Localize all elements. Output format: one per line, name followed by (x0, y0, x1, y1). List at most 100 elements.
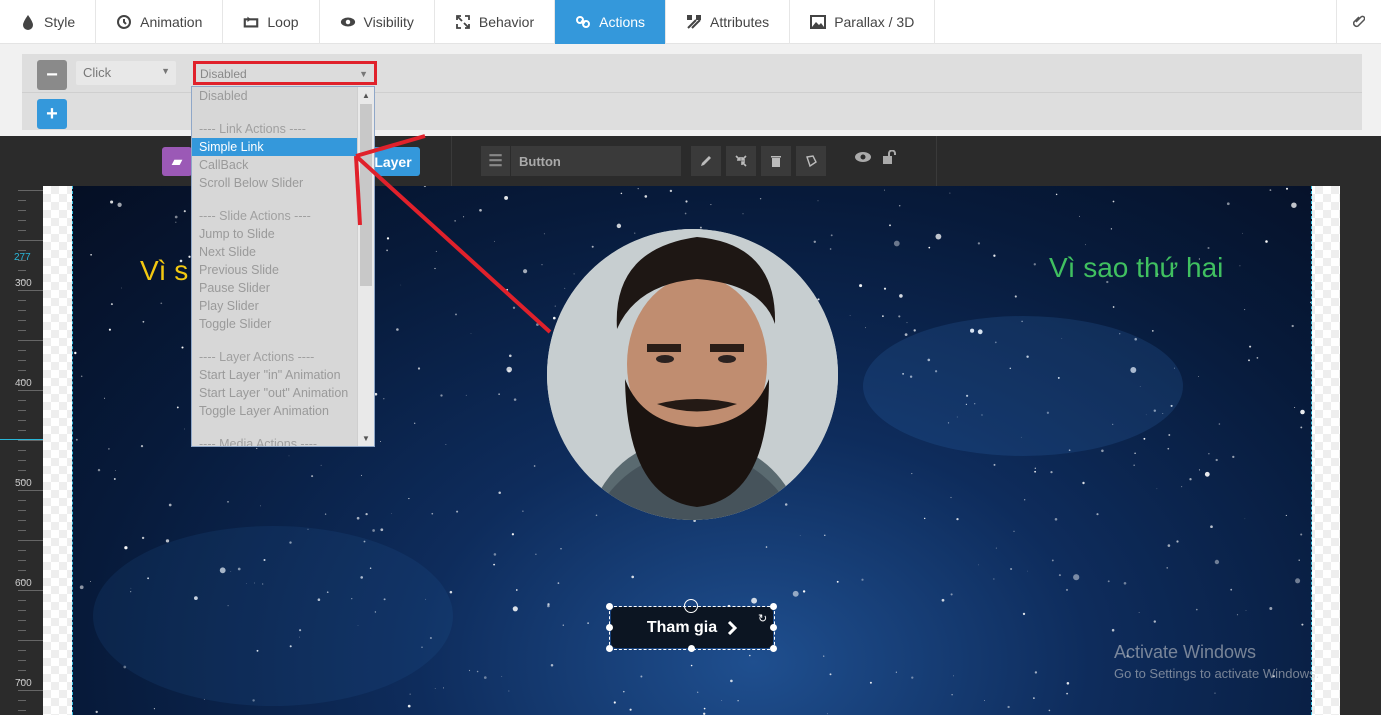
ruler-tick (18, 310, 26, 311)
tab-behavior[interactable]: Behavior (435, 0, 556, 44)
ruler-label: 700 (15, 678, 32, 689)
chevron-down-icon: ▼ (359, 69, 368, 79)
tab-label: Actions (599, 14, 646, 30)
tab-parallax-3d[interactable]: Parallax / 3D (790, 0, 936, 44)
dropdown-option[interactable]: Simple Link (192, 138, 358, 156)
dropdown-option[interactable]: Play Slider (192, 297, 374, 315)
move-handle-icon[interactable] (684, 599, 698, 613)
drop-icon (20, 14, 36, 30)
ruler-tick (18, 550, 26, 551)
tab-visibility[interactable]: Visibility (320, 0, 435, 44)
visibility-toggle-icon[interactable] (854, 150, 872, 167)
ruler-tick (18, 570, 26, 571)
resize-handle[interactable] (606, 603, 613, 610)
tab-attributes[interactable]: Attributes (666, 0, 791, 44)
ruler-tick (18, 630, 26, 631)
ruler-tick (18, 420, 26, 421)
ruler-tick (18, 270, 26, 271)
action-select-value: Disabled (200, 67, 247, 81)
dropdown-option[interactable]: Start Layer "out" Animation (192, 384, 374, 402)
note-icon: ▰ (171, 153, 183, 169)
ruler-tick (18, 460, 26, 461)
dropdown-option[interactable]: Toggle Slider (192, 315, 374, 333)
lock-icon[interactable] (882, 149, 898, 168)
watermark-subtitle: Go to Settings to activate Windows. (1114, 666, 1320, 681)
trash-icon (771, 156, 781, 167)
tools-icon (686, 14, 702, 30)
expand-icon (455, 14, 471, 30)
layer-type-button[interactable]: ▰ (162, 147, 192, 176)
ruler-tick (18, 400, 26, 401)
dropdown-group-header: ---- Link Actions ---- (199, 122, 306, 136)
resize-handle[interactable] (606, 645, 613, 652)
ruler-tick (18, 670, 26, 671)
dropdown-option[interactable]: Start Layer "in" Animation (192, 366, 374, 384)
duplicate-layer-button[interactable] (796, 146, 826, 176)
join-button-layer[interactable]: Tham gia (611, 607, 773, 648)
add-action-button[interactable]: + (37, 99, 67, 129)
bearded-man-portrait-image (547, 229, 838, 520)
dropdown-gap (192, 420, 374, 435)
delete-layer-button[interactable] (761, 146, 791, 176)
vertical-ruler: 277 300 400 500 600 700 (0, 186, 43, 715)
tab-actions[interactable]: Actions (555, 0, 667, 44)
link-icon (575, 14, 591, 30)
dropdown-option[interactable]: Disabled (192, 87, 374, 105)
layer-name-value: Button (519, 153, 561, 169)
dropdown-option[interactable]: Scroll Below Slider (192, 174, 374, 192)
dropdown-option[interactable]: Jump to Slide (192, 225, 374, 243)
ruler-tick (18, 320, 26, 321)
ruler-tick (18, 440, 43, 441)
rotate-handle-icon[interactable]: ↻ (758, 612, 767, 625)
resize-handle[interactable] (770, 645, 777, 652)
layer-name-field[interactable]: ☰ Button (481, 146, 681, 176)
attachment-icon[interactable] (1336, 0, 1381, 43)
ruler-tick (18, 330, 26, 331)
ruler-tick (18, 620, 26, 621)
resize-handle[interactable] (606, 624, 613, 631)
ruler-tick (18, 190, 43, 191)
tab-bar: Style Animation Loop Visibility Behavior Acti… (0, 0, 1381, 44)
toolbar-separator (451, 136, 452, 186)
resize-handle[interactable] (770, 624, 777, 631)
tab-animation[interactable]: Animation (96, 0, 224, 44)
tab-style[interactable]: Style (0, 0, 97, 44)
dropdown-option[interactable]: Next Slide (192, 243, 374, 261)
loop-icon (243, 14, 259, 30)
action-dropdown-list[interactable]: Disabled ---- Link Actions ---- Simple Lin… (191, 86, 375, 447)
ruler-tick (18, 490, 43, 491)
ruler-tick (18, 690, 43, 691)
scroll-up-icon[interactable]: ▲ (362, 91, 370, 100)
ruler-label: 400 (15, 378, 32, 389)
chevron-down-icon: ▼ (161, 66, 170, 76)
dropdown-group-header: ---- Media Actions ---- (199, 437, 318, 447)
compress-icon (735, 155, 747, 167)
tab-loop[interactable]: Loop (223, 0, 320, 44)
scroll-down-icon[interactable]: ▼ (362, 434, 370, 443)
remove-action-button[interactable]: − (37, 60, 67, 90)
ruler-tick (18, 660, 26, 661)
resize-handle[interactable] (770, 603, 777, 610)
pencil-icon (701, 156, 711, 166)
slide-text-layer-left[interactable]: Vì s (140, 255, 188, 287)
slide-text-layer-right[interactable]: Vì sao thứ hai (1049, 252, 1223, 284)
resize-layer-button[interactable] (726, 146, 756, 176)
dropdown-scrollbar[interactable]: ▲ ▼ (357, 87, 374, 446)
portrait-image-layer[interactable] (547, 229, 838, 520)
resize-handle[interactable] (688, 645, 695, 652)
dropdown-option[interactable]: Previous Slide (192, 261, 374, 279)
ruler-tick (18, 650, 26, 651)
dropdown-option[interactable]: CallBack (192, 156, 374, 174)
action-select[interactable]: Disabled ▼ (193, 61, 377, 85)
dropdown-option[interactable]: Toggle Layer Animation (192, 402, 374, 420)
event-select[interactable]: Click ▼ (76, 61, 176, 85)
ruler-tick (18, 600, 26, 601)
scrollbar-thumb[interactable] (360, 104, 372, 286)
windows-activation-watermark: Activate Windows Go to Settings to activ… (1114, 642, 1319, 681)
dropdown-option[interactable]: Pause Slider (192, 279, 374, 297)
edit-layer-button[interactable] (691, 146, 721, 176)
tab-spacer (935, 0, 1336, 43)
tab-label: Attributes (710, 14, 770, 30)
eye-icon (340, 14, 356, 30)
ruler-tick (18, 370, 26, 371)
